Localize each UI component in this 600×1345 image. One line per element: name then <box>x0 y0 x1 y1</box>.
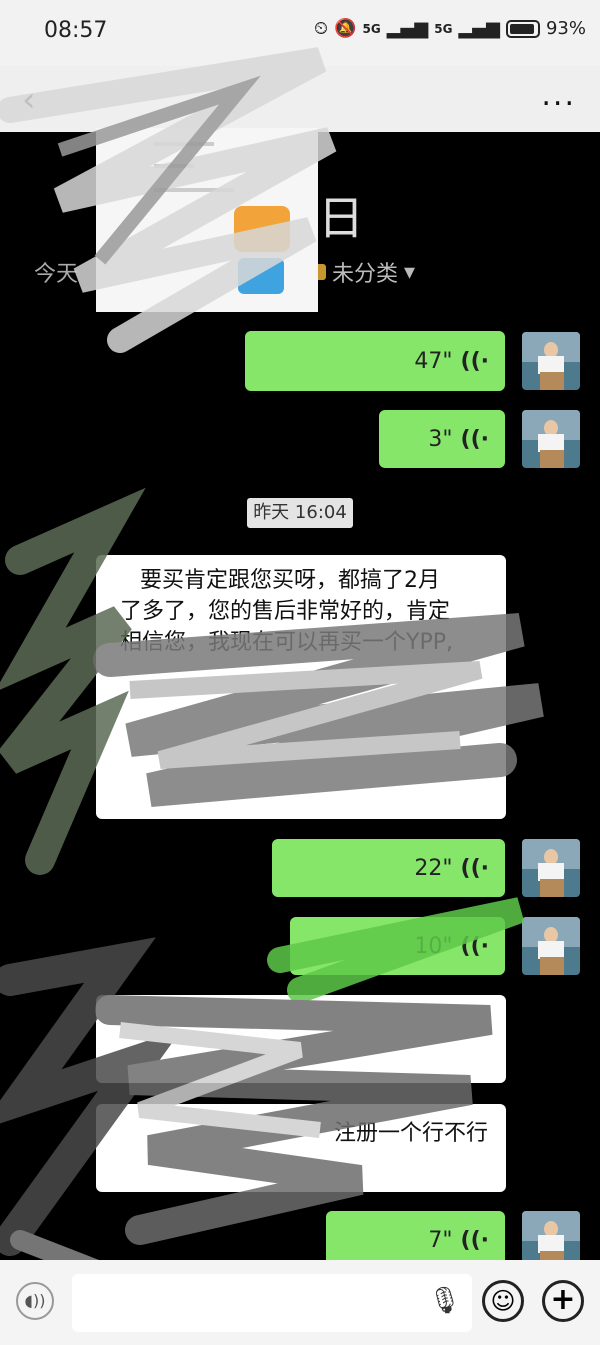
voice-duration: 10" <box>414 933 453 959</box>
plus-icon[interactable]: + <box>542 1280 584 1322</box>
card-image <box>234 206 290 252</box>
input-bar: ◖)) 🎙 ☺ + <box>0 1260 600 1345</box>
text-message[interactable]: 注册一个行不行 <box>96 1104 506 1192</box>
voice-wave-icon: ((· <box>460 348 489 374</box>
card-image-2 <box>238 258 284 294</box>
voice-message[interactable]: 22" ((· <box>272 839 505 897</box>
signal-5g-2: 5G <box>434 21 453 36</box>
emoji-icon[interactable]: ☺ <box>482 1280 524 1322</box>
signal-bars-icon: ▂▄▆ <box>386 18 429 39</box>
voice-wave-icon: ((· <box>460 855 489 881</box>
card-text-line <box>154 188 234 192</box>
battery-percent: 93% <box>545 18 586 39</box>
category-selector[interactable]: 未分类 ▾ <box>310 256 415 288</box>
voice-message[interactable]: 10" ((· <box>290 917 505 975</box>
avatar[interactable] <box>522 839 580 897</box>
message-input[interactable] <box>72 1274 472 1332</box>
signal-bars-icon-2: ▂▄▆ <box>458 18 500 39</box>
voice-duration: 47" <box>414 348 453 374</box>
voice-wave-icon: ((· <box>460 426 489 452</box>
mute-icon: 🔕 <box>334 18 357 39</box>
message-line: 注册一个行不行 <box>333 1121 488 1146</box>
voice-message[interactable]: 3" ((· <box>379 410 505 468</box>
voice-wave-icon: ((· <box>460 933 489 959</box>
alarm-icon: ⏲ <box>314 18 329 39</box>
shared-card[interactable] <box>96 128 318 312</box>
message-line: 了多了，您的售后非常好的，肯定 <box>120 599 451 624</box>
voice-duration: 3" <box>428 426 453 452</box>
microphone-icon[interactable]: 🎙 <box>428 1286 461 1316</box>
timestamp: 昨天 16:04 <box>247 498 353 528</box>
back-icon[interactable]: ‹ <box>22 80 36 120</box>
voice-input-icon[interactable]: ◖)) <box>16 1282 54 1320</box>
status-icons: ⏲ 🔕 5G ▂▄▆ 5G ▂▄▆ 93% <box>314 18 586 39</box>
voice-wave-icon: ((· <box>460 1227 489 1253</box>
message-line: 要买肯定跟您买呀，都搞了2月 <box>140 568 440 593</box>
signal-5g-1: 5G <box>362 21 381 36</box>
today-label: 今天 <box>34 262 79 287</box>
more-options-button[interactable]: ... <box>541 78 576 113</box>
message-line: 相信您，我现在可以再买一个YPP, <box>120 630 453 655</box>
voice-duration: 7" <box>428 1227 453 1253</box>
card-text-line <box>154 164 194 168</box>
chevron-down-icon: ▾ <box>404 259 416 285</box>
card-text-line <box>154 142 214 146</box>
avatar[interactable] <box>522 917 580 975</box>
avatar[interactable] <box>522 410 580 468</box>
avatar[interactable] <box>522 332 580 390</box>
chat-header: ‹ ... <box>0 66 600 132</box>
text-message[interactable]: 要买肯定跟您买呀，都搞了2月 了多了，您的售后非常好的，肯定 相信您，我现在可以… <box>96 555 506 819</box>
category-label: 未分类 <box>332 262 399 287</box>
header-date: 日 <box>318 191 364 245</box>
voice-duration: 22" <box>414 855 453 881</box>
status-time: 08:57 <box>44 18 108 43</box>
battery-icon <box>505 19 540 38</box>
status-bar: 08:57 ⏲ 🔕 5G ▂▄▆ 5G ▂▄▆ 93% <box>0 0 600 66</box>
voice-message[interactable]: 47" ((· <box>245 331 505 391</box>
text-message[interactable] <box>96 995 506 1083</box>
